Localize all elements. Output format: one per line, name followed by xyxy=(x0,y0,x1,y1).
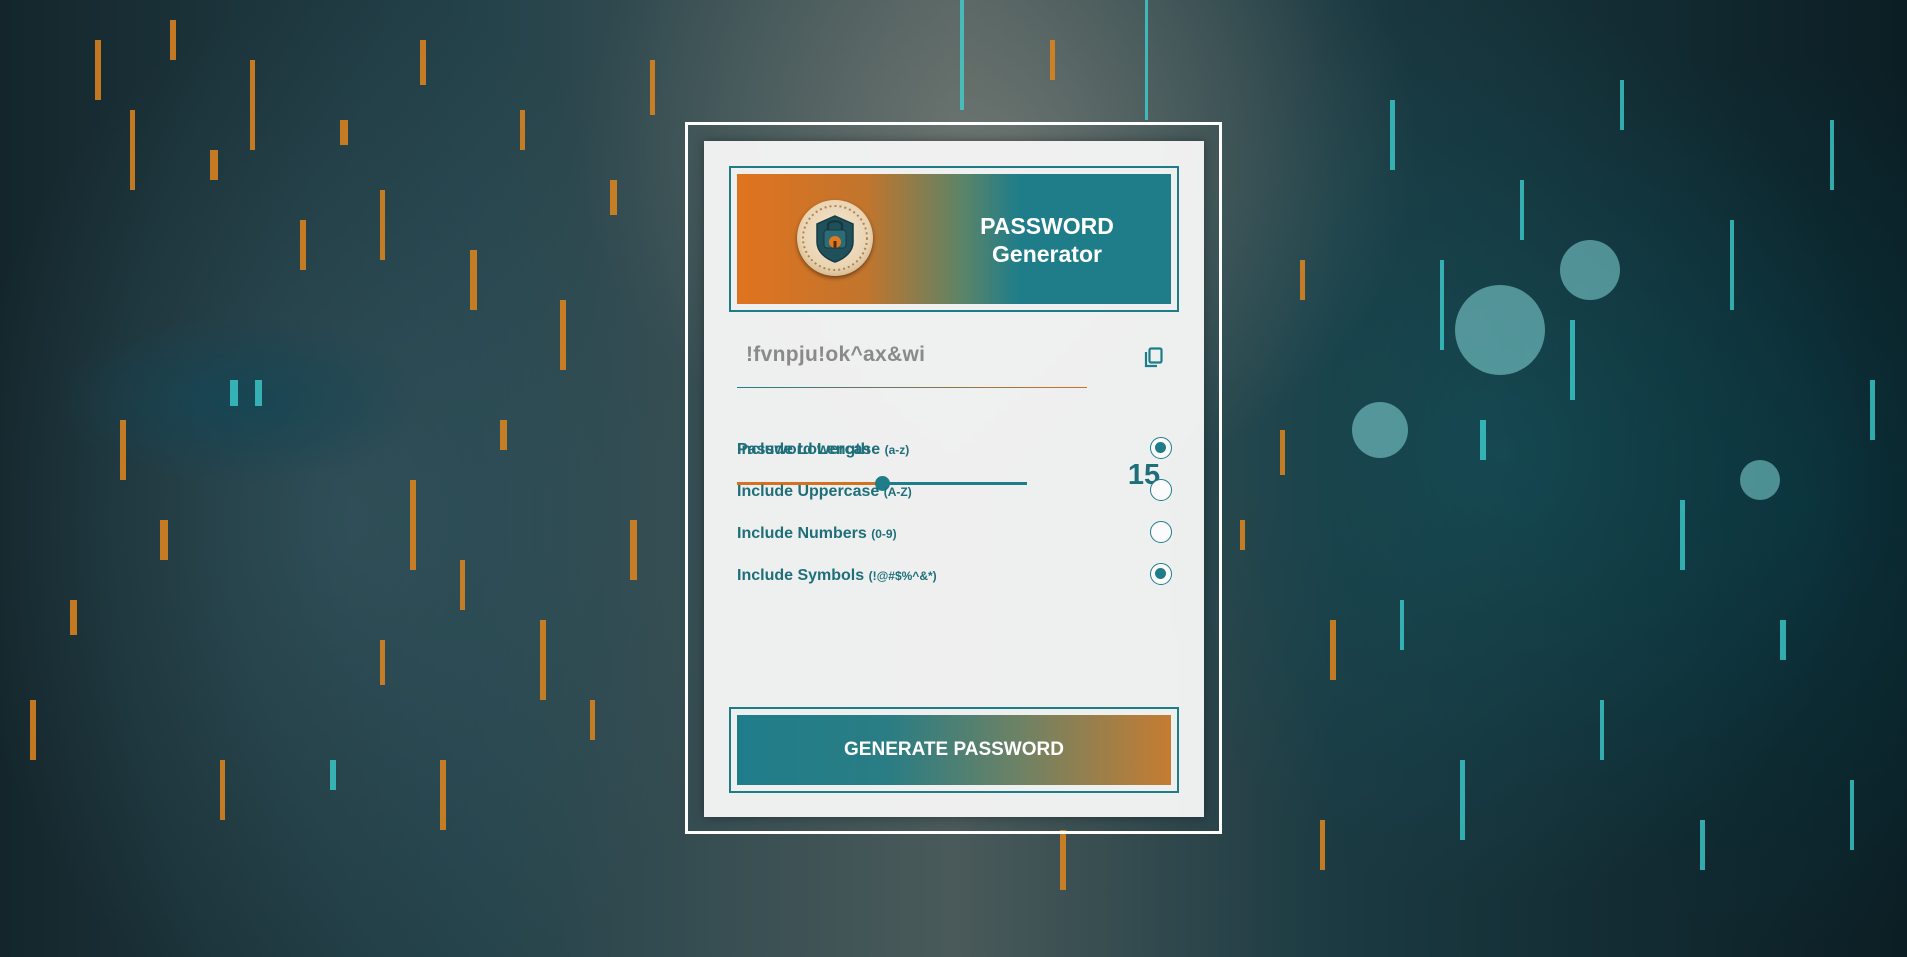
password-underline xyxy=(737,387,1087,388)
option-numbers-label: Include Numbers (0-9) xyxy=(737,525,897,543)
option-numbers-hint: (0-9) xyxy=(871,527,897,541)
option-uppercase-hint: (A-Z) xyxy=(883,485,912,499)
option-symbols-text: Include Symbols xyxy=(737,567,865,584)
app-title: PASSWORD Generator xyxy=(957,212,1137,268)
option-symbols[interactable]: Include Symbols (!@#$%^&*) xyxy=(737,563,1177,589)
option-lowercase-label: Include Lowercase (a-z) xyxy=(737,441,909,459)
app-title-line-1: PASSWORD xyxy=(980,213,1114,239)
option-uppercase-label: Include Uppercase (A-Z) xyxy=(737,483,912,501)
option-symbols-label: Include Symbols (!@#$%^&*) xyxy=(737,567,937,585)
header-border: PASSWORD Generator xyxy=(729,166,1179,312)
option-lowercase-hint: (a-z) xyxy=(884,443,910,457)
option-symbols-radio[interactable] xyxy=(1150,563,1172,585)
option-uppercase-radio[interactable] xyxy=(1150,479,1172,501)
generate-password-button[interactable]: GENERATE PASSWORD xyxy=(737,715,1171,785)
option-numbers[interactable]: Include Numbers (0-9) xyxy=(737,521,1177,547)
option-lowercase-radio[interactable] xyxy=(1150,437,1172,459)
password-generator-card: PASSWORD Generator !fvnpju!ok^ax&wi Pass… xyxy=(704,141,1204,817)
option-lowercase[interactable]: Include Lowercase (a-z) xyxy=(737,437,1177,463)
option-uppercase[interactable]: Include Uppercase (A-Z) xyxy=(737,479,1177,505)
generate-button-border: GENERATE PASSWORD xyxy=(729,707,1179,793)
option-numbers-radio[interactable] xyxy=(1150,521,1172,543)
password-output[interactable]: !fvnpju!ok^ax&wi xyxy=(746,343,925,367)
copy-button[interactable] xyxy=(1141,345,1167,371)
option-lowercase-text: Include Lowercase xyxy=(737,441,881,458)
option-symbols-hint: (!@#$%^&*) xyxy=(868,569,937,583)
copy-icon xyxy=(1144,347,1163,368)
header-banner: PASSWORD Generator xyxy=(737,174,1171,304)
option-numbers-text: Include Numbers xyxy=(737,525,867,542)
option-uppercase-text: Include Uppercase xyxy=(737,483,880,500)
padlock-shield-icon xyxy=(797,200,873,276)
password-output-row: !fvnpju!ok^ax&wi xyxy=(737,321,1177,391)
app-title-line-2: Generator xyxy=(992,241,1102,267)
